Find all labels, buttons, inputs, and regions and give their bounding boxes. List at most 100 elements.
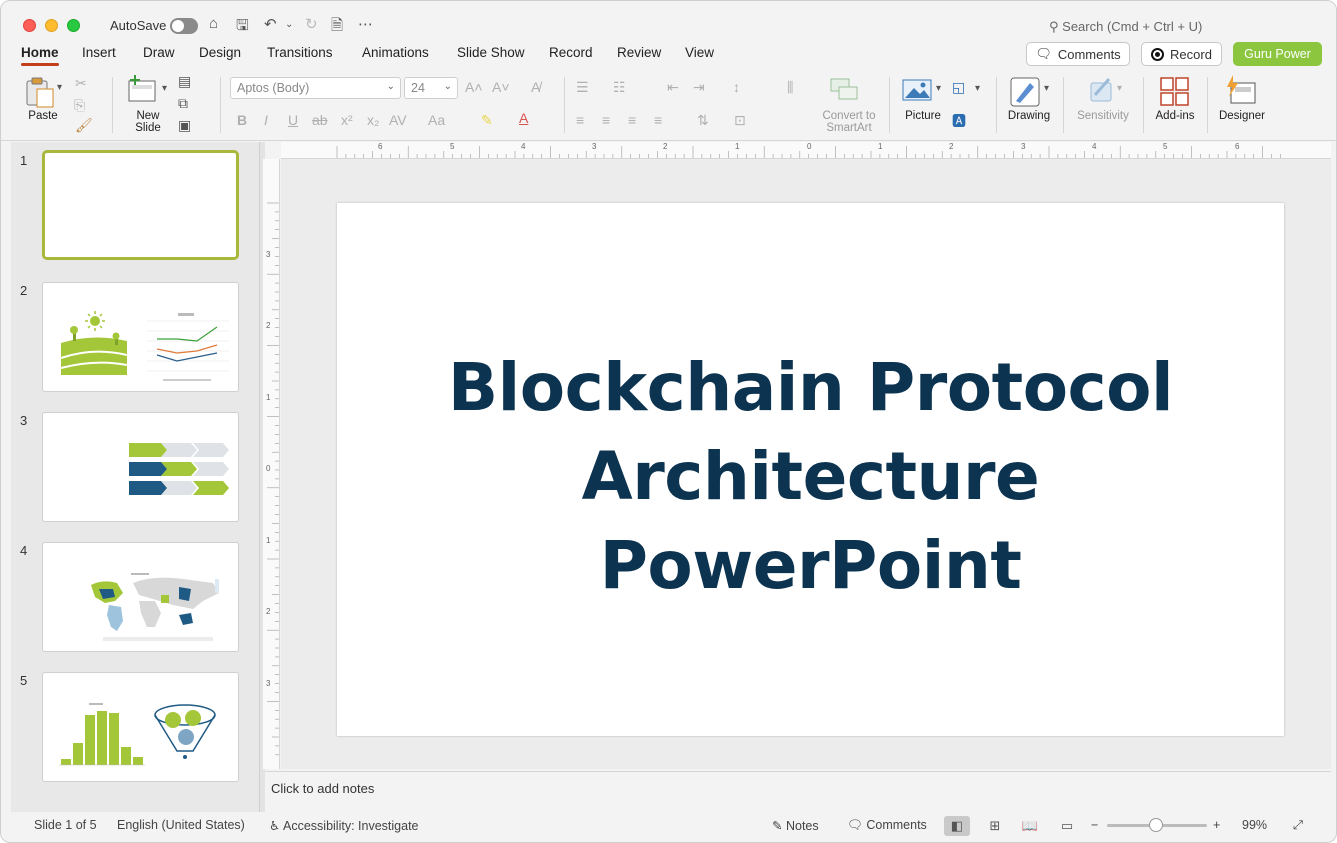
columns-icon[interactable]: ⫼ xyxy=(787,79,793,96)
align-right-icon[interactable]: ≡ xyxy=(628,112,636,128)
notes-button[interactable]: ✎ Notes xyxy=(772,818,819,833)
align-center-icon[interactable]: ≡ xyxy=(602,112,610,128)
fit-to-window-icon[interactable]: ⤢ xyxy=(1293,818,1303,833)
font-color-icon[interactable]: A xyxy=(519,110,528,126)
close-window-button[interactable] xyxy=(23,19,36,32)
drawing-dropdown-icon[interactable]: ▾ xyxy=(1044,83,1049,94)
text-direction-icon[interactable]: ⇅ xyxy=(697,112,709,129)
normal-view-button[interactable]: ◧ xyxy=(944,816,970,836)
new-slide-icon[interactable] xyxy=(126,75,158,105)
smartart-icon[interactable] xyxy=(829,77,859,101)
zoom-level[interactable]: 99% xyxy=(1242,818,1267,832)
layout-icon[interactable]: ▤ xyxy=(178,73,191,90)
bullets-icon[interactable]: ☰ xyxy=(576,79,589,96)
numbering-icon[interactable]: ☷ xyxy=(613,79,626,96)
align-left-icon[interactable]: ≡ xyxy=(576,112,584,128)
paste-icon[interactable] xyxy=(25,77,55,109)
designer-icon[interactable] xyxy=(1225,75,1259,107)
slide-thumbnail-2[interactable] xyxy=(42,282,239,392)
line-spacing-icon[interactable]: ↕ xyxy=(733,79,740,95)
tab-view[interactable]: View xyxy=(685,45,714,60)
slide-title[interactable]: Blockchain Protocol Architecture PowerPo… xyxy=(337,343,1284,610)
more-icon[interactable]: ⋯ xyxy=(358,15,373,33)
guru-power-button[interactable]: Guru Power xyxy=(1233,42,1322,66)
tab-slide-show[interactable]: Slide Show xyxy=(457,45,525,60)
increase-font-icon[interactable]: A˄ xyxy=(465,79,483,95)
save-icon[interactable]: 🖫 xyxy=(236,15,249,40)
home-icon[interactable]: ⌂ xyxy=(209,15,218,32)
slide-sorter-button[interactable]: ⊞ xyxy=(982,816,1008,836)
tab-transitions[interactable]: Transitions xyxy=(267,45,333,60)
customize-icon[interactable]: 🗎 xyxy=(331,15,343,40)
shapes-icon[interactable]: ◱ xyxy=(952,79,965,96)
underline-icon[interactable]: U xyxy=(288,112,298,128)
tab-draw[interactable]: Draw xyxy=(143,45,175,60)
tab-record[interactable]: Record xyxy=(549,45,593,60)
font-size-value: 24 xyxy=(411,81,425,95)
slide-thumbnail-5[interactable] xyxy=(42,672,239,782)
subscript-icon[interactable]: x₂ xyxy=(367,112,379,128)
decrease-font-icon[interactable]: A˅ xyxy=(492,79,510,95)
zoom-slider-handle[interactable] xyxy=(1149,818,1163,832)
picture-dropdown-icon[interactable]: ▾ xyxy=(936,83,941,94)
status-comments-button[interactable]: 🗨 Comments xyxy=(847,818,927,833)
slide-thumbnail-3[interactable] xyxy=(42,412,239,522)
tab-design[interactable]: Design xyxy=(199,45,241,60)
tab-animations[interactable]: Animations xyxy=(362,45,429,60)
comments-button[interactable]: 🗨 Comments xyxy=(1026,42,1130,66)
slideshow-view-button[interactable]: ▭ xyxy=(1054,816,1080,836)
undo-dropdown-icon[interactable]: ⌄ xyxy=(285,19,293,30)
reset-icon[interactable]: ⧉ xyxy=(178,95,188,112)
character-spacing-icon[interactable]: AV xyxy=(389,112,407,128)
ribbon-tabs: Home Insert Draw Design Transitions Anim… xyxy=(1,41,1336,67)
ruler-label: 2 xyxy=(266,321,271,330)
sensitivity-icon[interactable] xyxy=(1087,75,1117,105)
new-slide-label: New Slide xyxy=(135,110,161,134)
tab-review[interactable]: Review xyxy=(617,45,661,60)
notes-icon: ✎ xyxy=(772,819,783,833)
slide-thumbnail-4[interactable] xyxy=(42,542,239,652)
increase-indent-icon[interactable]: ⇥ xyxy=(693,79,705,96)
cut-icon[interactable]: ✂ xyxy=(75,75,87,92)
font-name-select[interactable]: Aptos (Body) ⌄ xyxy=(230,77,401,99)
search-box[interactable]: ⚲ Search (Cmd + Ctrl + U) xyxy=(1049,19,1202,35)
tab-home[interactable]: Home xyxy=(21,45,59,66)
shapes-dropdown-icon[interactable]: ▾ xyxy=(975,83,980,94)
section-icon[interactable]: ▣ xyxy=(178,117,191,134)
zoom-window-button[interactable] xyxy=(67,19,80,32)
zoom-out-button[interactable]: − xyxy=(1091,818,1098,832)
justify-icon[interactable]: ≡ xyxy=(654,112,662,128)
superscript-icon[interactable]: x² xyxy=(341,112,353,128)
align-text-icon[interactable]: ⊡ xyxy=(734,112,746,129)
current-slide[interactable]: Blockchain Protocol Architecture PowerPo… xyxy=(337,203,1284,736)
language-status[interactable]: English (United States) xyxy=(117,818,245,832)
format-painter-icon[interactable]: 🖌 xyxy=(75,117,93,134)
autosave-toggle[interactable] xyxy=(170,18,198,34)
addins-icon[interactable] xyxy=(1160,77,1190,107)
italic-icon[interactable]: I xyxy=(264,112,268,128)
sensitivity-dropdown-icon[interactable]: ▾ xyxy=(1117,83,1122,94)
notes-pane[interactable]: Click to add notes xyxy=(265,771,1331,811)
highlight-icon[interactable]: ✎ xyxy=(481,112,493,129)
clear-format-icon[interactable]: A̸ xyxy=(531,79,540,95)
accessibility-status[interactable]: ♿ Accessibility: Investigate xyxy=(269,818,419,833)
slide-thumbnail-1[interactable] xyxy=(42,150,239,260)
reading-view-button[interactable]: 📖 xyxy=(1017,816,1043,836)
zoom-in-button[interactable]: + xyxy=(1213,818,1220,832)
picture-icon[interactable] xyxy=(902,79,932,103)
new-slide-dropdown-icon[interactable]: ▾ xyxy=(162,83,167,94)
strikethrough-icon[interactable]: ab xyxy=(312,112,328,128)
paste-dropdown-icon[interactable]: ▾ xyxy=(57,82,62,93)
font-size-select[interactable]: 24 ⌄ xyxy=(404,77,458,99)
drawing-icon[interactable] xyxy=(1010,77,1042,107)
bold-icon[interactable]: B xyxy=(237,112,247,128)
record-button[interactable]: Record xyxy=(1141,42,1222,66)
tab-insert[interactable]: Insert xyxy=(82,45,116,60)
minimize-window-button[interactable] xyxy=(45,19,58,32)
undo-icon[interactable]: ↶ xyxy=(264,15,277,33)
copy-icon[interactable]: ⎘ xyxy=(74,97,85,114)
redo-icon[interactable]: ↻ xyxy=(305,15,318,33)
change-case-icon[interactable]: Aa xyxy=(428,112,445,128)
text-box-icon[interactable]: 🅰 xyxy=(952,111,966,131)
decrease-indent-icon[interactable]: ⇤ xyxy=(667,79,679,96)
